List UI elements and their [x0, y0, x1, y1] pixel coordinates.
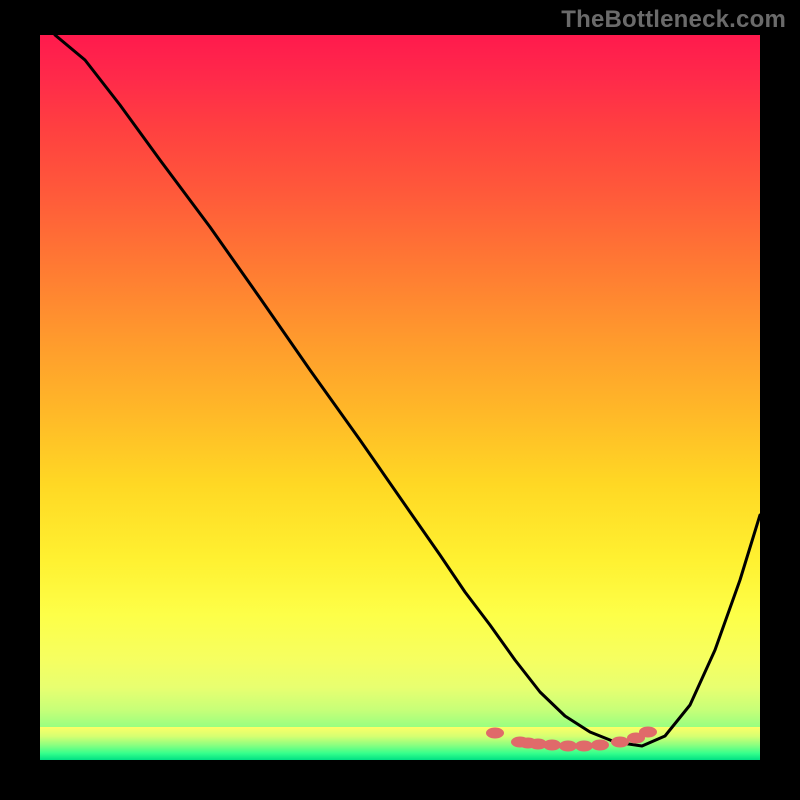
site-watermark: TheBottleneck.com: [561, 6, 786, 34]
curve-marker: [559, 741, 577, 752]
curve-marker: [639, 727, 657, 738]
curve-marker: [543, 740, 561, 751]
curve-marker: [611, 737, 629, 748]
chart-frame: TheBottleneck.com: [0, 0, 800, 800]
bottleneck-curve-svg: [40, 35, 760, 760]
curve-marker: [591, 740, 609, 751]
plot-area: [40, 35, 760, 760]
curve-marker: [486, 728, 504, 739]
curve-marker: [575, 741, 593, 752]
bottleneck-curve: [55, 35, 760, 746]
